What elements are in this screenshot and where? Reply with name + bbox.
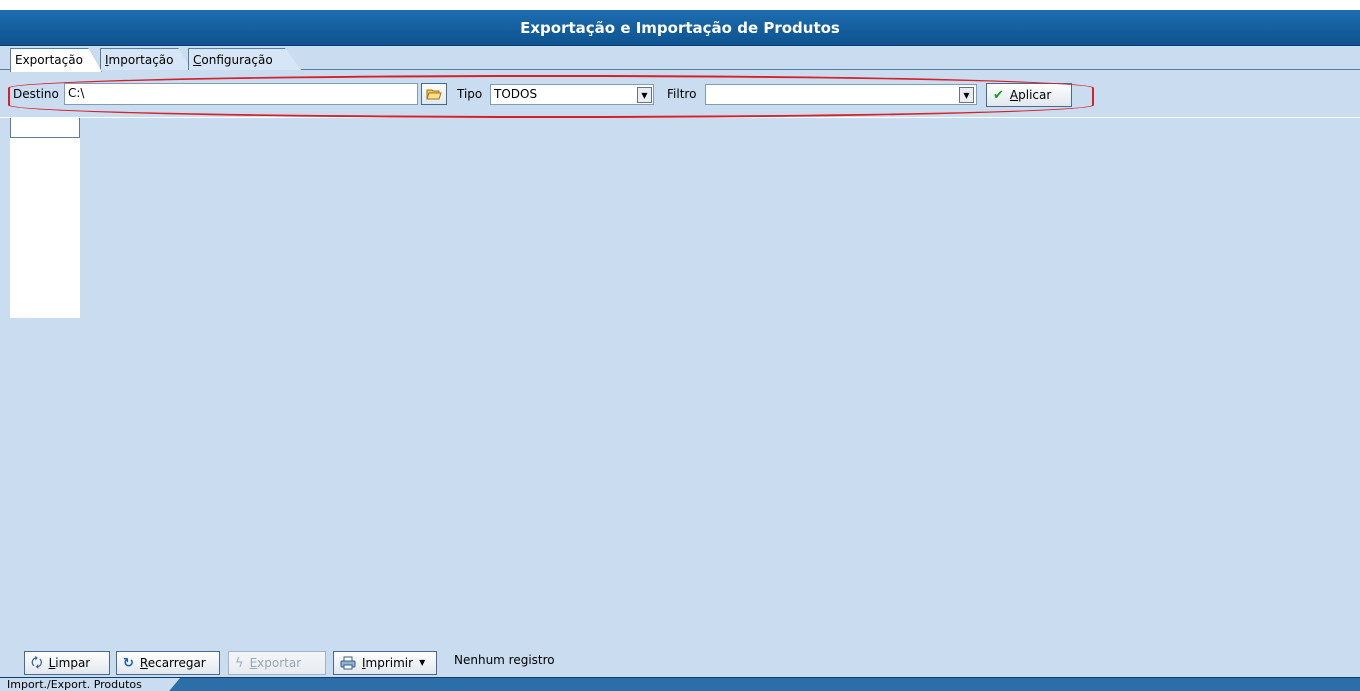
- folder-open-icon: [426, 89, 442, 100]
- clear-icon: 🗘: [31, 655, 43, 671]
- limpar-button[interactable]: 🗘 Limpar: [24, 651, 110, 675]
- status-strip: [0, 677, 1360, 691]
- tipo-label: Tipo: [457, 87, 483, 101]
- aplicar-label: Aplicar: [1010, 88, 1051, 102]
- recarregar-button[interactable]: ↻ Recarregar: [116, 651, 220, 675]
- printer-icon: [340, 656, 356, 670]
- record-count-status: Nenhum registro: [454, 653, 555, 667]
- recarregar-label-rest: ecarregar: [147, 656, 206, 670]
- grid-body[interactable]: [10, 138, 80, 318]
- tab-configuracao[interactable]: Configuração: [188, 48, 302, 71]
- window-top-strip: [0, 0, 1360, 10]
- limpar-label-rest: impar: [55, 656, 91, 670]
- window-title: Exportação e Importação de Produtos: [0, 10, 1360, 46]
- tab-exportacao[interactable]: Exportação: [10, 48, 102, 72]
- status-tab[interactable]: Import./Export. Produtos: [0, 678, 180, 691]
- recarregar-mnemonic: R: [139, 656, 148, 670]
- window-title-text: Exportação e Importação de Produtos: [520, 18, 840, 37]
- tab-importacao[interactable]: Importação: [100, 48, 192, 71]
- lightning-icon: ϟ: [235, 655, 244, 671]
- destino-input[interactable]: C:\: [64, 83, 418, 105]
- tipo-dropdown-icon[interactable]: ▼: [637, 87, 652, 103]
- destino-value: C:\: [68, 86, 85, 100]
- check-icon: ✔: [993, 87, 1004, 103]
- tab-strip: Exportação Importação Configuração: [0, 46, 1360, 72]
- exportar-button[interactable]: ϟ Exportar: [228, 651, 326, 675]
- grid-header-cell[interactable]: [10, 118, 80, 138]
- filter-toolbar: Destino C:\ Tipo TODOS ▼ Filtro ▼ ✔ Apli…: [0, 70, 1360, 118]
- tipo-select[interactable]: TODOS: [490, 84, 654, 105]
- chevron-down-icon: ▼: [419, 658, 426, 667]
- recarregar-label: Recarregar: [140, 656, 206, 670]
- filtro-label: Filtro: [667, 87, 697, 101]
- aplicar-button[interactable]: ✔ Aplicar: [986, 83, 1072, 107]
- aplicar-mnemonic: A: [1009, 88, 1019, 102]
- imprimir-label-rest: mprimir: [365, 656, 414, 670]
- tab-configuracao-label: onfiguração: [201, 53, 273, 67]
- imprimir-button[interactable]: Imprimir ▼: [333, 651, 437, 675]
- tab-exportacao-label: Exportação: [15, 53, 83, 67]
- exportar-label-rest: xportar: [257, 656, 302, 670]
- tipo-value: TODOS: [494, 87, 538, 101]
- imprimir-label: Imprimir: [362, 656, 413, 670]
- filtro-select[interactable]: [705, 84, 977, 105]
- exportar-label: Exportar: [250, 656, 302, 670]
- status-tab-label: Import./Export. Produtos: [7, 678, 142, 691]
- browse-folder-button[interactable]: [421, 83, 447, 105]
- destino-label: Destino: [13, 87, 59, 101]
- reload-icon: ↻: [123, 655, 134, 671]
- aplicar-label-rest: plicar: [1018, 88, 1052, 102]
- action-bar: 🗘 Limpar ↻ Recarregar ϟ Exportar Imprimi…: [0, 648, 1360, 676]
- filtro-dropdown-icon[interactable]: ▼: [959, 87, 974, 103]
- tab-importacao-label: mportação: [108, 53, 174, 67]
- limpar-label: Limpar: [49, 656, 91, 670]
